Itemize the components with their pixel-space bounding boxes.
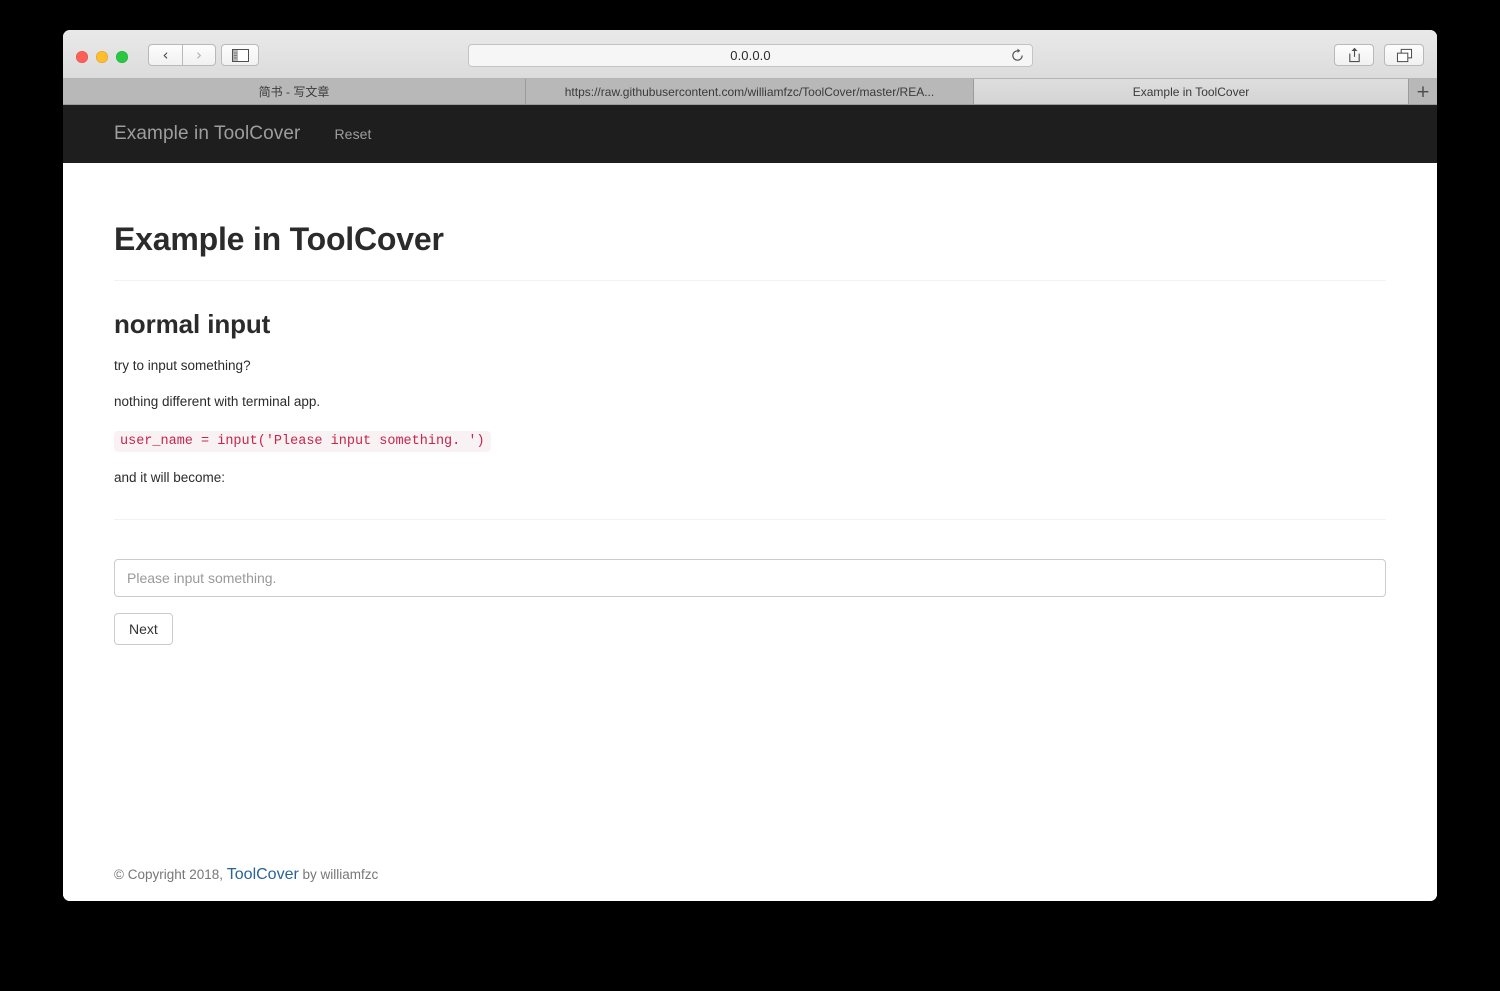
browser-window: ‹ › 0.0.0.0 简书 - 写文章 https://raw.githubu…	[63, 30, 1437, 901]
new-tab-button[interactable]: +	[1409, 79, 1437, 104]
paragraph-and-it-will-become: and it will become:	[114, 469, 226, 485]
tab-bar: 简书 - 写文章 https://raw.githubusercontent.c…	[63, 79, 1437, 105]
page-title: Example in ToolCover	[114, 221, 444, 257]
toolbar-right-buttons	[1334, 44, 1424, 66]
browser-tab[interactable]: https://raw.githubusercontent.com/willia…	[526, 79, 974, 104]
share-icon	[1348, 47, 1360, 63]
paragraph-try-input: try to input something?	[114, 358, 251, 373]
show-all-tabs-icon	[1396, 48, 1412, 62]
navigation-buttons: ‹ ›	[148, 44, 216, 66]
plus-icon: +	[1415, 81, 1431, 102]
code-snippet: user_name = input('Please input somethin…	[114, 430, 491, 452]
chevron-left-icon: ‹	[162, 45, 169, 64]
reload-button[interactable]	[1010, 48, 1025, 63]
forward-button[interactable]: ›	[182, 44, 216, 66]
browser-toolbar: ‹ › 0.0.0.0	[63, 30, 1437, 79]
window-controls	[76, 51, 128, 63]
address-bar[interactable]: 0.0.0.0	[468, 44, 1033, 67]
share-button[interactable]	[1334, 44, 1374, 66]
browser-tab-title: 简书 - 写文章	[258, 85, 330, 99]
page-footer: © Copyright 2018, ToolCover by williamfz…	[63, 866, 1437, 901]
sidebar-toggle-icon	[231, 48, 249, 62]
browser-tab[interactable]: 简书 - 写文章	[63, 79, 526, 104]
browser-tab-title: https://raw.githubusercontent.com/willia…	[564, 84, 935, 99]
sidebar-toggle-button[interactable]	[221, 44, 259, 66]
footer-copyright-prefix: © Copyright 2018,	[114, 867, 227, 882]
input-form: Next	[114, 558, 1386, 645]
address-bar-value: 0.0.0.0	[730, 48, 771, 63]
site-brand[interactable]: Example in ToolCover	[114, 123, 300, 145]
section-divider	[114, 518, 1386, 520]
close-window-button[interactable]	[76, 51, 88, 63]
footer-copyright-suffix: by williamfzc	[298, 867, 379, 882]
site-navbar: Example in ToolCover Reset	[63, 105, 1437, 163]
maximize-window-button[interactable]	[116, 51, 128, 63]
paragraph-nothing-different: nothing different with terminal app.	[114, 393, 321, 409]
minimize-window-button[interactable]	[96, 51, 108, 63]
title-divider	[114, 280, 1386, 281]
navbar-item-reset[interactable]: Reset	[334, 126, 371, 142]
user-input-field[interactable]	[114, 558, 1386, 597]
chevron-right-icon: ›	[196, 45, 202, 64]
reload-icon	[1012, 48, 1023, 61]
browser-tab-active[interactable]: Example in ToolCover	[974, 79, 1409, 104]
back-button[interactable]: ‹	[148, 44, 182, 66]
page-content: Example in ToolCover normal input try to…	[63, 163, 1437, 901]
footer-link-toolcover[interactable]: ToolCover	[227, 866, 299, 883]
next-button[interactable]: Next	[114, 612, 173, 645]
code-snippet-line: user_name = input('Please input somethin…	[114, 430, 1386, 452]
show-all-tabs-button[interactable]	[1384, 44, 1424, 66]
section-title: normal input	[114, 309, 271, 339]
browser-tab-title: Example in ToolCover	[1132, 84, 1250, 99]
content-container: Example in ToolCover normal input try to…	[63, 163, 1437, 645]
